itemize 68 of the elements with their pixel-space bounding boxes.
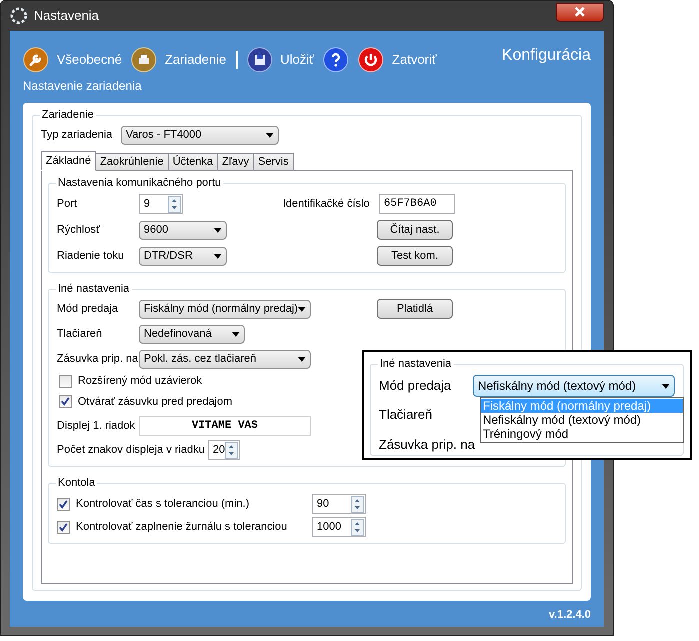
- field-label: Mód predaja: [379, 377, 452, 396]
- checkbox[interactable]: [57, 498, 70, 510]
- caret-icon: [214, 228, 222, 232]
- field-label: Rýchlosť: [57, 222, 102, 238]
- tab[interactable]: Účtenka: [168, 153, 218, 171]
- field-label: Port: [57, 196, 78, 212]
- checkbox-label: Kontrolovať zaplnenie žurnálu s toleranciou: [76, 520, 288, 535]
- field-label: Displej 1. riadok: [57, 418, 136, 434]
- field-label: Mód predaja: [57, 302, 120, 317]
- caret-icon: [232, 332, 240, 337]
- number-field[interactable]: 9: [139, 194, 183, 214]
- caret-icon: [298, 357, 306, 362]
- dropdown[interactable]: Varos - FT4000: [121, 126, 279, 145]
- dropdown[interactable]: Nefiskálny mód (textový mód): [473, 375, 675, 397]
- field-label: Riadenie toku: [57, 248, 126, 264]
- caret-icon: [266, 133, 274, 138]
- number-field[interactable]: 1000: [312, 517, 366, 537]
- spin-arrows-icon[interactable]: [351, 518, 364, 536]
- caret-icon: [298, 306, 306, 312]
- dropdown[interactable]: Pokl. zás. cez tlačiareň: [139, 350, 311, 369]
- window-title: Nastavenia: [34, 7, 100, 26]
- field-label: Tlačiareň: [379, 406, 432, 424]
- dropdown[interactable]: DTR/DSR: [139, 246, 227, 266]
- number-field[interactable]: 90: [312, 494, 366, 514]
- dropdown-option[interactable]: Tréningový mód: [481, 427, 683, 441]
- caret-icon: [662, 384, 670, 388]
- caret-icon: [214, 254, 222, 258]
- checkbox-label: Otvárať zásuvku pred predajom: [78, 394, 233, 410]
- text-field[interactable]: 65F7B6A0: [379, 194, 455, 214]
- dropdown[interactable]: Nedefinovaná: [139, 325, 245, 344]
- push-button[interactable]: Test kom.: [377, 246, 453, 266]
- dropdown-option[interactable]: Nefiskálny mód (textový mód): [481, 413, 683, 427]
- field-label: Typ zariadenia: [41, 128, 114, 144]
- checkbox[interactable]: [59, 395, 72, 408]
- checkbox[interactable]: [57, 520, 70, 534]
- printer-icon[interactable]: [131, 47, 158, 73]
- help-icon[interactable]: [323, 47, 350, 73]
- field-label: Zásuvka prip. na: [379, 436, 476, 454]
- field-label: Tlačiareň: [57, 327, 104, 342]
- floppy-disk-icon[interactable]: [246, 47, 272, 73]
- field-label: Počet znakov displeja v riadku: [57, 442, 205, 458]
- wrench-icon[interactable]: [23, 47, 49, 73]
- spin-arrows-icon[interactable]: [168, 196, 181, 212]
- tab[interactable]: Servis: [254, 153, 294, 171]
- close-icon: [574, 7, 586, 17]
- checkbox-label: Rozšírený mód uzávierok: [78, 374, 202, 389]
- number-field[interactable]: 20: [208, 440, 240, 460]
- app-icon: [10, 7, 28, 25]
- checkbox-label: Kontrolovať čas s toleranciou (min.): [76, 496, 250, 512]
- push-button[interactable]: Platidlá: [377, 299, 453, 319]
- spin-arrows-icon[interactable]: [225, 442, 238, 458]
- push-button[interactable]: Čítaj nast.: [377, 220, 453, 240]
- power-icon[interactable]: [358, 47, 384, 73]
- close-button[interactable]: [556, 2, 604, 22]
- version-label: v.1.2.4.0: [549, 608, 591, 622]
- dropdown[interactable]: 9600: [139, 220, 227, 240]
- group-title: Nastavenia komunikačného portu: [56, 176, 224, 190]
- field-label: Identifikačké číslo: [283, 196, 371, 212]
- field-label: Zásuvka prip. na: [57, 352, 139, 368]
- spin-arrows-icon[interactable]: [351, 496, 364, 512]
- page-heading: Konfigurácia: [502, 46, 591, 66]
- dropdown[interactable]: Fiskálny mód (normálny predaj): [139, 300, 311, 318]
- tab[interactable]: Zľavy: [218, 153, 254, 171]
- text-field[interactable]: VITAME VAS: [139, 416, 311, 436]
- tab[interactable]: Zaokrúhlenie: [96, 153, 169, 171]
- tab[interactable]: Základné: [41, 151, 96, 171]
- page-subtitle: Nastavenie zariadenia: [23, 78, 143, 95]
- checkbox[interactable]: [59, 374, 72, 388]
